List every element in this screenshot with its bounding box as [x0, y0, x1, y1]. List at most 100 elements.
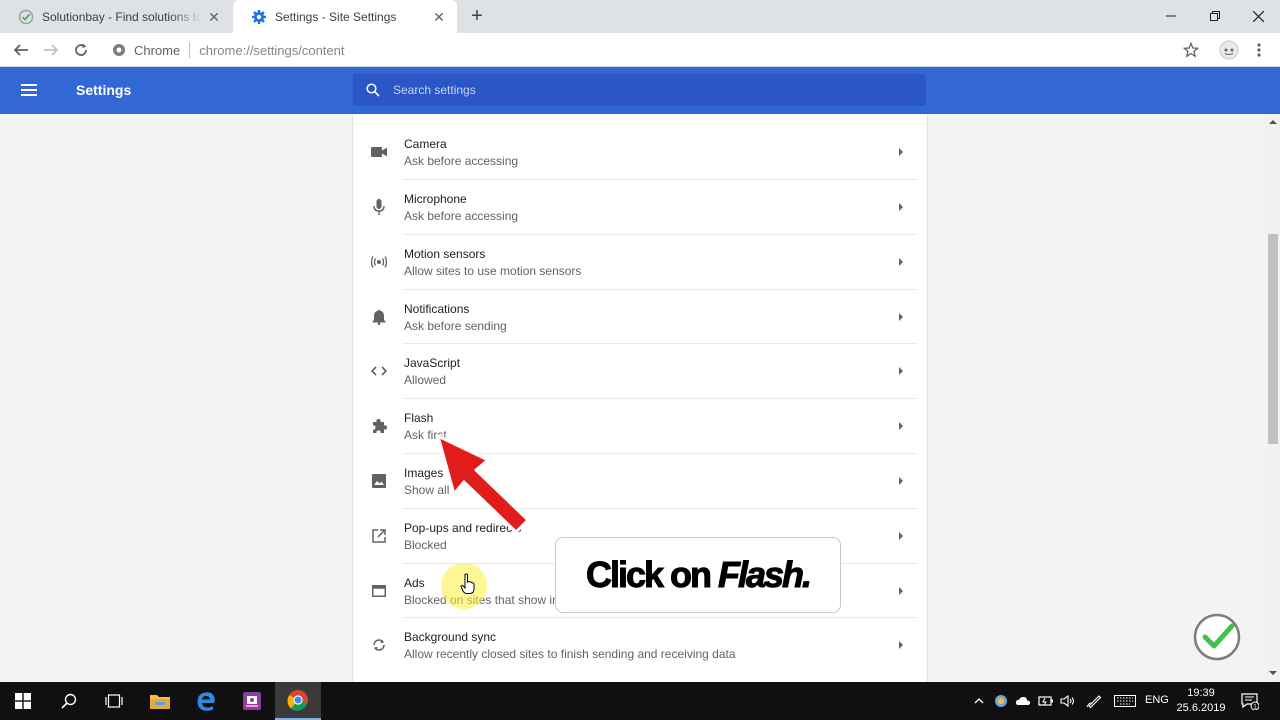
open-in-new-icon — [369, 526, 389, 546]
chevron-right-icon — [899, 258, 903, 266]
chevron-right-icon — [899, 313, 903, 321]
action-center-icon[interactable]: 1 — [1240, 691, 1260, 711]
instruction-emphasis: Flash. — [717, 554, 812, 596]
row-label: Motion sensors — [404, 247, 486, 261]
row-label: Flash — [404, 411, 434, 425]
chevron-right-icon — [899, 422, 903, 430]
ads-icon — [369, 581, 389, 601]
page-title: Settings — [76, 82, 132, 98]
edge-browser-icon[interactable] — [183, 682, 229, 720]
scroll-up-arrow-icon[interactable] — [1269, 118, 1277, 126]
input-language[interactable]: ENG — [1145, 694, 1169, 706]
site-setting-row-microphone[interactable]: Microphone Ask before accessing — [353, 179, 927, 234]
clock-date: 25.6.2019 — [1176, 702, 1226, 714]
tab-close-icon[interactable]: ✕ — [206, 9, 222, 25]
row-label: Notifications — [404, 302, 470, 316]
reload-icon[interactable] — [69, 38, 93, 62]
row-label: Ads — [404, 576, 425, 590]
windows-taskbar: ENG 19:39 25.6.2019 1 — [0, 682, 1280, 720]
instruction-prefix: Click on — [585, 554, 718, 596]
row-label: JavaScript — [404, 356, 461, 370]
touch-keyboard-icon[interactable] — [1113, 692, 1137, 710]
search-settings-box[interactable] — [353, 74, 926, 106]
row-divider — [403, 234, 917, 235]
screen: Solutionbay - Find solutions to your pro… — [0, 0, 1280, 720]
taskbar-search-icon[interactable] — [46, 682, 92, 720]
chevron-right-icon — [899, 367, 903, 375]
omnibox-url: chrome://settings/content — [199, 42, 345, 58]
taskbar-clock[interactable]: 19:39 25.6.2019 — [1175, 686, 1227, 716]
scrollbar-thumb[interactable] — [1268, 234, 1278, 444]
windows-start-icon[interactable] — [0, 682, 46, 720]
microphone-icon — [369, 197, 389, 217]
row-status: Allow recently closed sites to finish se… — [404, 647, 736, 661]
restore-icon[interactable] — [1193, 4, 1237, 28]
clock-time: 19:39 — [1187, 687, 1215, 699]
tab-title: Solutionbay - Find solutions to your pro… — [42, 9, 202, 24]
tab-close-icon[interactable]: ✕ — [431, 9, 447, 25]
volume-speaker-icon[interactable] — [1059, 692, 1077, 710]
address-bar[interactable]: Chrome chrome://settings/content — [103, 36, 1210, 64]
chrome-taskbar-icon[interactable] — [275, 682, 321, 720]
pen-workspace-icon[interactable] — [1085, 692, 1103, 710]
tab-site-settings[interactable]: Settings - Site Settings ✕ — [233, 0, 457, 33]
site-setting-row-notifications[interactable]: Notifications Ask before sending — [353, 289, 927, 344]
row-divider — [403, 343, 917, 344]
chevron-right-icon — [899, 641, 903, 649]
row-divider — [403, 289, 917, 290]
chrome-icon — [113, 44, 125, 56]
teams-app-icon[interactable] — [229, 682, 275, 720]
task-view-icon[interactable] — [91, 682, 137, 720]
site-setting-row-javascript[interactable]: JavaScript Allowed — [353, 343, 927, 398]
chevron-right-icon — [899, 587, 903, 595]
profile-avatar-icon[interactable] — [1217, 38, 1241, 62]
chevron-right-icon — [899, 532, 903, 540]
row-divider — [403, 179, 917, 180]
forward-arrow-icon[interactable] — [39, 38, 63, 62]
scroll-down-arrow-icon[interactable] — [1269, 669, 1277, 677]
back-arrow-icon[interactable] — [9, 38, 33, 62]
more-vert-icon[interactable] — [1247, 38, 1271, 62]
tab-strip: Solutionbay - Find solutions to your pro… — [0, 0, 1280, 33]
browser-toolbar: Chrome chrome://settings/content — [0, 33, 1280, 67]
omnibox-divider — [189, 42, 191, 58]
site-setting-row-camera[interactable]: Camera Ask before accessing — [353, 124, 927, 179]
settings-gear-icon — [252, 9, 266, 24]
file-explorer-icon[interactable] — [137, 682, 183, 720]
search-icon — [353, 83, 393, 97]
code-icon — [369, 361, 389, 381]
site-setting-row-motion-sensors[interactable]: Motion sensors Allow sites to use motion… — [353, 234, 927, 289]
hamburger-menu-icon[interactable] — [21, 82, 39, 98]
tray-app-circle-icon[interactable] — [992, 692, 1010, 710]
minimize-icon[interactable] — [1149, 4, 1193, 28]
row-label: Camera — [404, 137, 447, 151]
instruction-callout: Click on Flash. — [555, 537, 841, 613]
tab-solutionbay[interactable]: Solutionbay - Find solutions to your pro… — [0, 0, 232, 33]
chevron-right-icon — [899, 148, 903, 156]
settings-header: Settings — [0, 67, 1280, 114]
row-status: Ask before accessing — [404, 209, 519, 223]
row-status: Allow sites to use motion sensors — [404, 264, 582, 278]
site-setting-row-background-sync[interactable]: Background sync Allow recently closed si… — [353, 617, 927, 672]
row-divider — [403, 398, 917, 399]
chevron-right-icon — [899, 477, 903, 485]
tab-title: Settings - Site Settings — [275, 9, 397, 24]
check-badge-icon — [1193, 613, 1241, 661]
search-settings-input[interactable] — [393, 83, 873, 97]
omnibox-scheme: Chrome — [134, 42, 181, 58]
image-icon — [369, 471, 389, 491]
chevron-right-icon — [899, 203, 903, 211]
new-tab-plus-icon[interactable]: + — [467, 6, 487, 26]
battery-power-icon[interactable] — [1037, 692, 1055, 710]
sync-icon — [369, 635, 389, 655]
row-status: Blocked — [404, 538, 447, 552]
onedrive-cloud-icon[interactable] — [1014, 692, 1032, 710]
instruction-text: Click on Flash. — [585, 554, 812, 596]
camera-icon — [369, 142, 389, 162]
page-scrollbar[interactable] — [1266, 114, 1280, 682]
puzzle-icon — [369, 416, 389, 436]
bookmark-star-icon[interactable] — [1179, 38, 1203, 62]
close-window-icon[interactable] — [1236, 4, 1280, 28]
tray-chevron-up-icon[interactable] — [970, 692, 988, 710]
row-status: Ask before sending — [404, 319, 507, 333]
